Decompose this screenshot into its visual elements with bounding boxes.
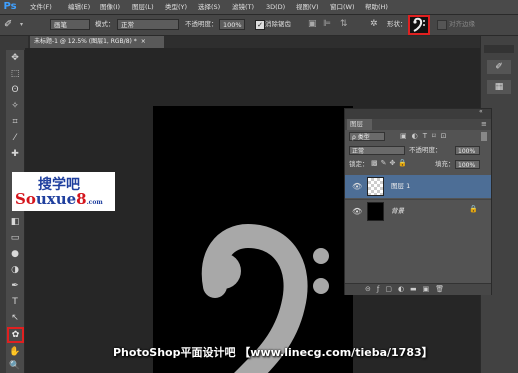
panel-collapse-icon[interactable]: « xyxy=(479,108,483,115)
tab-layers[interactable]: 图层 xyxy=(347,119,372,130)
menu-select[interactable]: 选择(S) xyxy=(198,0,220,14)
logo-en-text: Souxue8.com xyxy=(15,190,103,208)
healing-brush-tool-icon[interactable]: ✚ xyxy=(9,148,21,160)
filter-toggle[interactable] xyxy=(481,132,487,141)
fill-input[interactable]: 100% xyxy=(455,160,480,169)
blur-tool-icon[interactable]: ● xyxy=(9,248,21,260)
preset-chevron-icon[interactable]: ▾ xyxy=(20,18,28,31)
path-arrange-icon[interactable]: ⇅ xyxy=(340,19,350,30)
path-selection-tool-icon[interactable]: ↖ xyxy=(9,312,21,324)
layer-opacity-label: 不透明度： xyxy=(409,146,442,154)
bass-clef-icon xyxy=(413,17,425,32)
menu-file[interactable]: 文件(F) xyxy=(30,0,52,14)
clone-panel-icon[interactable]: ▦ xyxy=(487,80,511,94)
layer-row-1[interactable]: 👁 图层 1 xyxy=(345,175,491,198)
shape-label: 形状： xyxy=(387,20,407,28)
opacity-input[interactable]: 100% xyxy=(219,19,245,30)
panel-menu-icon[interactable]: ≡ xyxy=(481,120,487,128)
layer-blend-dropdown[interactable]: 正常 xyxy=(349,146,405,155)
brush-preset-icon[interactable]: ✐ xyxy=(4,18,18,31)
type-tool-icon[interactable]: T xyxy=(9,296,21,308)
layers-panel-header: « xyxy=(345,108,491,119)
document-tab-label: 未标题-1 @ 12.5% (图层1, RGB/8) * xyxy=(34,38,137,45)
dodge-tool-icon[interactable]: ◑ xyxy=(9,264,21,276)
menu-window[interactable]: 窗口(W) xyxy=(330,0,355,14)
watermark-banner: PhotoShop平面设计吧 【www.linecg.com/tieba/178… xyxy=(113,346,433,359)
brush-panel-icon[interactable]: ✐ xyxy=(487,60,511,74)
layer-name[interactable]: 图层 1 xyxy=(391,175,410,198)
fill-label: 填充： xyxy=(435,160,455,168)
mode-label: 模式： xyxy=(95,20,115,28)
dock-header xyxy=(484,45,514,53)
layers-footer: ⊝ƒ▢◐▬▣🗑 xyxy=(345,283,491,295)
opacity-label: 不透明度： xyxy=(185,20,218,28)
lock-label: 锁定： xyxy=(349,160,369,168)
menu-layer[interactable]: 图层(L) xyxy=(132,0,154,14)
menu-help[interactable]: 帮助(H) xyxy=(365,0,388,14)
shape-picker-button[interactable] xyxy=(408,15,430,35)
eye-icon[interactable]: 👁 xyxy=(352,207,362,216)
eraser-tool-icon[interactable]: ◧ xyxy=(9,216,21,228)
layer-thumbnail xyxy=(367,202,384,221)
menu-filter[interactable]: 滤镜(T) xyxy=(232,0,254,14)
erase-label: 消除锯齿 xyxy=(265,20,291,28)
gradient-tool-icon[interactable]: ▭ xyxy=(9,232,21,244)
custom-shape-tool-icon[interactable]: ✿ xyxy=(7,327,24,343)
lock-icon: 🔒 xyxy=(469,205,478,213)
layer-thumbnail xyxy=(367,177,384,196)
layer-row-background[interactable]: 👁 背景 🔒 xyxy=(345,199,491,223)
layer-opacity-input[interactable]: 100% xyxy=(455,146,480,155)
layers-tabbar: 图层 ≡ xyxy=(345,119,491,130)
gear-icon[interactable]: ✲ xyxy=(370,19,380,30)
eye-icon[interactable]: 👁 xyxy=(352,182,362,191)
tab-close-icon[interactable]: × xyxy=(141,38,146,45)
path-align-icon[interactable]: ⊫ xyxy=(323,19,333,30)
layer-filter-dropdown[interactable]: ρ 类型 xyxy=(349,132,385,141)
marquee-tool-icon[interactable]: ⬚ xyxy=(9,68,21,80)
bass-clef-shape xyxy=(201,223,329,373)
eyedropper-tool-icon[interactable]: ⁄ xyxy=(9,132,21,144)
mode-dropdown[interactable]: 画笔 xyxy=(50,19,90,30)
document-tab[interactable]: 未标题-1 @ 12.5% (图层1, RGB/8) * × xyxy=(30,36,164,48)
layer-name[interactable]: 背景 xyxy=(391,200,404,223)
pen-tool-icon[interactable]: ✒ xyxy=(9,280,21,292)
move-tool-icon[interactable]: ✥ xyxy=(9,52,21,64)
blend-mode-dropdown[interactable]: 正常 xyxy=(117,19,179,30)
menu-type[interactable]: 类型(Y) xyxy=(165,0,187,14)
menu-image[interactable]: 图像(I) xyxy=(100,0,120,14)
zoom-tool-icon[interactable]: 🔍 xyxy=(9,360,21,372)
align-edges-label: 对齐边缘 xyxy=(449,20,475,28)
lasso-tool-icon[interactable]: ʘ xyxy=(9,84,21,96)
path-ops-icon[interactable]: ▣ xyxy=(308,19,318,30)
footer-icons[interactable]: ⊝ƒ▢◐▬▣🗑 xyxy=(365,285,450,293)
souxue8-logo: 搜学吧 Souxue8.com xyxy=(12,172,115,211)
hand-tool-icon[interactable]: ✋ xyxy=(9,346,21,358)
menu-edit[interactable]: 编辑(E) xyxy=(68,0,90,14)
document-canvas[interactable] xyxy=(153,106,353,373)
erase-checkbox[interactable]: ✓ xyxy=(255,20,265,30)
crop-tool-icon[interactable]: ⌗ xyxy=(9,116,21,128)
align-edges-checkbox[interactable] xyxy=(437,20,447,30)
magic-wand-tool-icon[interactable]: ✧ xyxy=(9,100,21,112)
menu-view[interactable]: 视图(V) xyxy=(296,0,319,14)
photoshop-logo: Ps xyxy=(3,1,17,12)
menu-3d[interactable]: 3D(D) xyxy=(266,0,285,14)
lock-icons[interactable]: ▩✎✥🔒 xyxy=(371,159,410,167)
layers-panel: « 图层 ≡ ρ 类型 ▣◐T⌑⊡ 正常 不透明度： 100% 锁定： ▩✎✥🔒… xyxy=(344,108,492,295)
filter-icons[interactable]: ▣◐T⌑⊡ xyxy=(400,132,451,140)
